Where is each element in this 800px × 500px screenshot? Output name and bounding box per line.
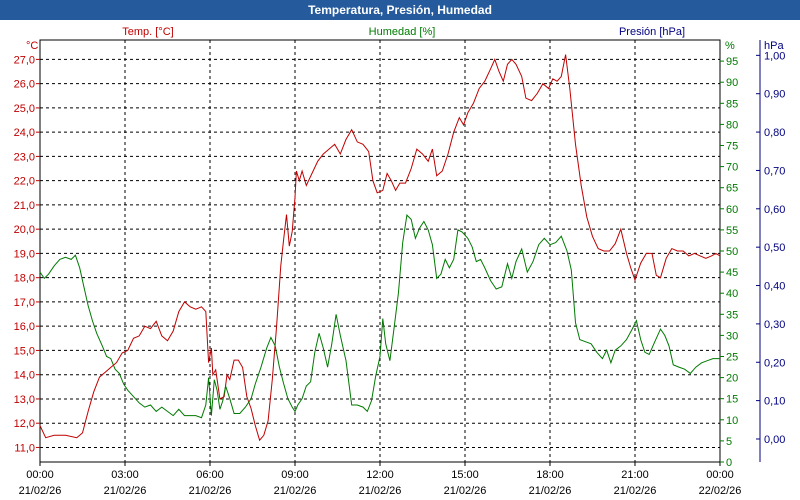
temp-axis-unit: °C [26,40,38,52]
pressure-tick-label: 0,30 [764,319,785,331]
temp-tick-label: 24,0 [14,127,35,139]
temp-tick-label: 18,0 [14,273,35,285]
x-tick-date: 21/02/26 [274,485,317,497]
pressure-tick-label: 0,50 [764,242,785,254]
pressure-axis-unit: hPa [764,40,784,52]
humidity-tick-label: 55 [726,225,738,237]
grid-lines [40,40,720,462]
pressure-tick-label: 0,20 [764,357,785,369]
temp-tick-label: 21,0 [14,200,35,212]
humidity-tick-label: 90 [726,77,738,89]
humidity-tick-label: 75 [726,141,738,153]
x-tick-time: 15:00 [451,469,479,481]
temp-tick-label: 27,0 [14,54,35,66]
humidity-tick-label: 25 [726,352,738,364]
x-tick-date: 22/02/26 [699,485,742,497]
humidity-tick-label: 95 [726,56,738,68]
humidity-tick-label: 0 [726,457,732,469]
temp-tick-label: 13,0 [14,394,35,406]
temp-tick-label: 15,0 [14,345,35,357]
humidity-tick-label: 45 [726,267,738,279]
x-tick-time: 00:00 [706,469,734,481]
x-tick-date: 21/02/26 [444,485,487,497]
temp-tick-label: 17,0 [14,297,35,309]
x-tick-time: 03:00 [111,469,139,481]
temp-tick-label: 20,0 [14,224,35,236]
pressure-tick-label: 0,00 [764,434,785,446]
x-tick-time: 18:00 [536,469,564,481]
x-tick-date: 21/02/26 [359,485,402,497]
pressure-tick-label: 0,60 [764,204,785,216]
legend-temperature: Temp. [°C] [122,26,173,38]
x-tick-time: 06:00 [196,469,224,481]
temp-tick-label: 11,0 [14,442,35,454]
humidity-tick-label: 85 [726,98,738,110]
temp-tick-label: 19,0 [14,248,35,260]
temp-tick-label: 25,0 [14,103,35,115]
humidity-tick-label: 10 [726,415,738,427]
temp-tick-label: 12,0 [14,418,35,430]
chart-labels: 00:00 21/02/26 03:00 21/02/26 06:00 21/02/26 0… [14,26,786,497]
pressure-tick-label: 0,10 [764,396,785,408]
chart-canvas: 00:00 21/02/26 03:00 21/02/26 06:00 21/02/26 0… [14,26,786,497]
x-tick-date: 21/02/26 [104,485,147,497]
humidity-tick-label: 5 [726,436,732,448]
humidity-tick-label: 60 [726,204,738,216]
pressure-tick-label: 0,70 [764,165,785,177]
pressure-tick-label: 1,00 [764,50,785,62]
x-tick-date: 21/02/26 [19,485,62,497]
pressure-tick-label: 0,40 [764,281,785,293]
humidity-tick-label: 20 [726,373,738,385]
humidity-tick-label: 30 [726,330,738,342]
x-tick-time: 09:00 [281,469,309,481]
temp-tick-label: 23,0 [14,151,35,163]
humidity-tick-label: 35 [726,309,738,321]
humidity-tick-label: 15 [726,394,738,406]
legend-pressure: Presión [hPa] [619,26,685,38]
x-tick-time: 21:00 [621,469,649,481]
humidity-tick-label: 65 [726,183,738,195]
humidity-tick-label: 50 [726,246,738,258]
x-tick-date: 21/02/26 [614,485,657,497]
temp-tick-label: 14,0 [14,370,35,382]
x-tick-time: 00:00 [26,469,54,481]
humidity-tick-label: 40 [726,288,738,300]
humidity-axis-unit: % [725,40,735,52]
legend-humidity: Humedad [%] [369,26,436,38]
x-tick-time: 12:00 [366,469,394,481]
x-tick-date: 21/02/26 [529,485,572,497]
temp-tick-label: 22,0 [14,176,35,188]
chart-title: Temperatura, Presión, Humedad [0,0,800,20]
temp-tick-label: 16,0 [14,321,35,333]
temp-tick-label: 26,0 [14,79,35,91]
pressure-tick-label: 0,90 [764,89,785,101]
pressure-tick-label: 0,80 [764,127,785,139]
x-tick-date: 21/02/26 [189,485,232,497]
humidity-tick-label: 70 [726,162,738,174]
humidity-tick-label: 80 [726,119,738,131]
